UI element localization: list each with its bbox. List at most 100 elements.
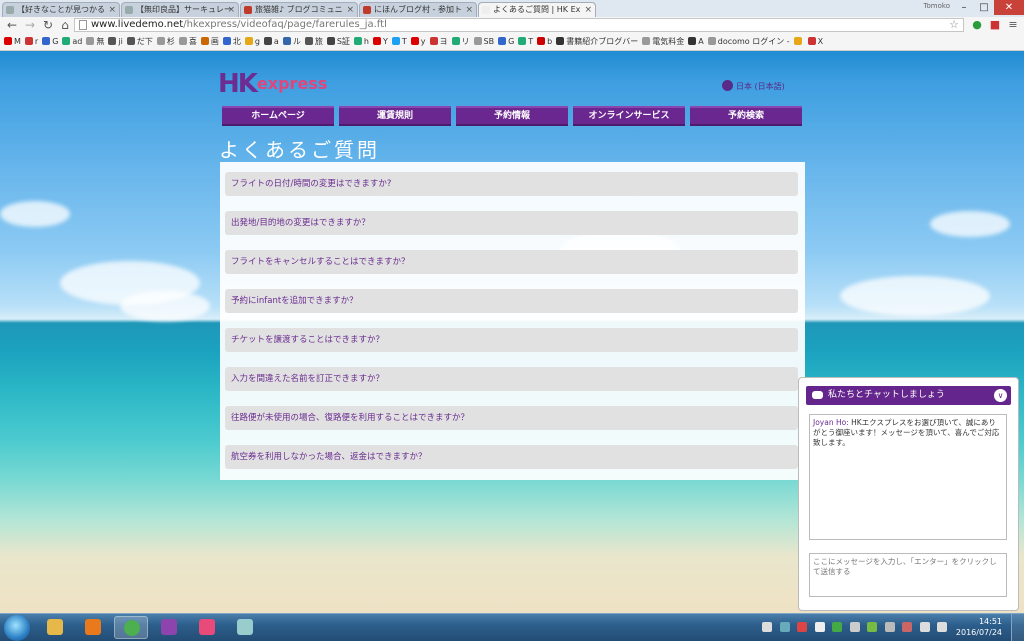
bookmark-item[interactable]: SB — [473, 34, 494, 50]
window-close-button[interactable]: ✕ — [994, 0, 1024, 15]
language-selector[interactable]: 日本 (日本語) — [722, 80, 785, 92]
faq-item[interactable]: 出発地/目的地の変更はできますか？ — [225, 211, 798, 235]
tray-icon[interactable] — [849, 622, 860, 632]
faq-item[interactable]: 予約にinfantを追加できますか？ — [225, 289, 798, 313]
chat-header[interactable]: 私たちとチャットしましょう ∨ — [806, 386, 1011, 405]
volume-icon[interactable] — [919, 622, 930, 632]
bookmark-item[interactable]: y — [410, 34, 426, 50]
maximize-button[interactable]: □ — [974, 0, 994, 15]
browser-tab[interactable]: よくあるご質問 | HK Ex × — [478, 2, 596, 17]
reload-icon[interactable]: ↻ — [40, 18, 56, 33]
bookmark-item[interactable]: 喜 — [178, 34, 197, 50]
tray-icon[interactable] — [797, 622, 807, 632]
tray-icon[interactable] — [867, 622, 877, 632]
bookmark-item[interactable]: G — [498, 34, 514, 50]
bookmark-label: ji — [118, 37, 123, 46]
taskbar-app-chrome[interactable] — [114, 616, 148, 639]
bookmark-item[interactable]: g — [244, 34, 260, 50]
bookmark-item[interactable]: S証 — [326, 34, 350, 50]
taskbar-app-itunes[interactable] — [190, 616, 224, 639]
browser-tab[interactable]: 【好きなことが見つかる × — [2, 2, 120, 17]
bookmark-label: 書籍紹介ブログバー — [566, 37, 639, 46]
chat-bubble-icon — [812, 391, 823, 399]
bookmark-item[interactable] — [793, 34, 804, 50]
show-desktop-button[interactable] — [1011, 614, 1024, 641]
bookmark-item[interactable]: X — [807, 34, 823, 50]
browser-tab[interactable]: にほんブログ村 - 参加ト × — [359, 2, 477, 17]
hk-express-logo[interactable]: HKexpress — [218, 71, 327, 97]
faq-item[interactable]: 往路便が未使用の場合、復路便を利用することはできますか？ — [225, 406, 798, 430]
bookmark-item[interactable]: 画 — [200, 34, 219, 50]
network-icon[interactable] — [937, 622, 947, 632]
bookmark-item[interactable]: リ — [451, 34, 470, 50]
bookmark-item[interactable]: 杉 — [156, 34, 175, 50]
bookmark-item[interactable]: 旅 — [304, 34, 323, 50]
bookmark-item[interactable]: 書籍紹介ブログバー — [556, 34, 638, 50]
minimize-button[interactable]: – — [954, 0, 974, 15]
faq-item[interactable]: チケットを譲渡することはできますか？ — [225, 328, 798, 352]
extension-icon[interactable]: ■ — [988, 18, 1002, 32]
bookmark-label: ヨ — [439, 37, 448, 46]
nav-fare-rules[interactable]: 運賃規則 — [339, 106, 451, 126]
bookmark-item[interactable]: T — [518, 34, 533, 50]
clock[interactable]: 14:51 2016/07/24 — [956, 616, 1002, 638]
taskbar-app-explorer[interactable] — [38, 616, 72, 639]
taskbar-app-app[interactable] — [152, 616, 186, 639]
tab-close-icon[interactable]: × — [227, 3, 235, 17]
tab-title: 【好きなことが見つかる — [17, 5, 105, 14]
forward-icon[interactable]: → — [22, 18, 38, 33]
taskbar-app-media-player[interactable] — [76, 616, 110, 639]
address-bar[interactable]: www.livedemo.net/hkexpress/videofaq/page… — [74, 18, 964, 32]
extension-icon[interactable]: ● — [970, 18, 984, 32]
bookmark-item[interactable]: ル — [282, 34, 301, 50]
bookmark-item[interactable]: A — [688, 34, 704, 50]
bookmark-icon — [498, 37, 507, 45]
tray-icon[interactable] — [884, 622, 895, 632]
tray-icon[interactable] — [814, 622, 825, 632]
tab-close-icon[interactable]: × — [584, 3, 592, 17]
browser-tab[interactable]: 旅猫雑♪ ブログコミュニ × — [240, 2, 358, 17]
bookmark-item[interactable]: 北 — [222, 34, 241, 50]
tab-close-icon[interactable]: × — [346, 3, 354, 17]
bookmark-item[interactable]: G — [42, 34, 58, 50]
bookmark-item[interactable]: ヨ — [429, 34, 448, 50]
faq-item[interactable]: フライトをキャンセルすることはできますか？ — [225, 250, 798, 274]
home-icon[interactable]: ⌂ — [57, 18, 73, 33]
back-icon[interactable]: ← — [4, 18, 20, 33]
bookmark-label: h — [363, 37, 369, 46]
bookmark-item[interactable]: 電気料金 — [642, 34, 684, 50]
bookmark-item[interactable]: 無 — [86, 34, 104, 50]
nav-home[interactable]: ホームページ — [222, 106, 334, 126]
tray-icon[interactable] — [762, 622, 772, 632]
browser-tab[interactable]: 【無印良品】サーキュレー × — [121, 2, 239, 17]
menu-icon[interactable]: ≡ — [1006, 18, 1020, 32]
bookmark-item[interactable]: T — [391, 34, 407, 50]
bookmark-item[interactable]: docomo ログイン - — [707, 34, 790, 50]
chevron-down-icon[interactable]: ∨ — [994, 389, 1007, 402]
nav-booking-search[interactable]: 予約検索 — [690, 106, 802, 126]
taskbar-app-paint[interactable] — [228, 616, 262, 639]
bookmark-item[interactable]: ad — [62, 34, 82, 50]
nav-online-services[interactable]: オンラインサービス — [573, 106, 685, 126]
bookmark-item[interactable]: b — [537, 34, 552, 50]
tray-icon[interactable] — [832, 622, 842, 632]
faq-item[interactable]: フライトの日付/時間の変更はできますか? — [225, 172, 798, 196]
bookmark-item[interactable]: r — [24, 34, 38, 50]
cloud — [930, 211, 1010, 237]
bookmark-item[interactable]: h — [353, 34, 369, 50]
tray-icon[interactable] — [779, 622, 790, 632]
bookmark-item[interactable]: a — [263, 34, 279, 50]
bookmark-item[interactable]: だ下 — [126, 34, 153, 50]
bookmark-item[interactable]: Y — [372, 34, 388, 50]
tab-close-icon[interactable]: × — [465, 3, 473, 17]
bookmark-star-icon[interactable]: ☆ — [949, 19, 959, 31]
chat-message-input[interactable] — [809, 553, 1007, 597]
start-button[interactable] — [4, 615, 30, 641]
faq-item[interactable]: 航空券を利用しなかった場合、返金はできますか？ — [225, 445, 798, 469]
faq-item[interactable]: 入力を間違えた名前を訂正できますか？ — [225, 367, 798, 391]
tab-close-icon[interactable]: × — [108, 3, 116, 17]
bookmark-item[interactable]: M — [4, 34, 21, 50]
bookmark-item[interactable]: ji — [108, 34, 123, 50]
tray-icon[interactable] — [902, 622, 912, 632]
nav-booking-info[interactable]: 予約情報 — [456, 106, 568, 126]
